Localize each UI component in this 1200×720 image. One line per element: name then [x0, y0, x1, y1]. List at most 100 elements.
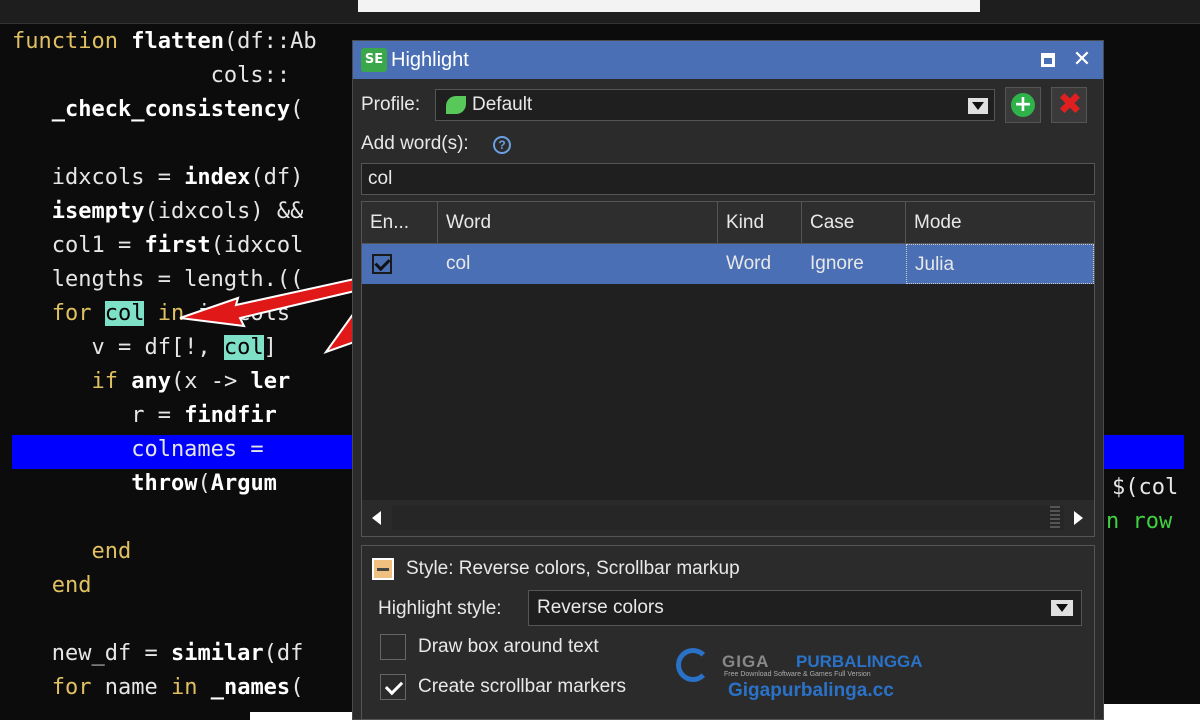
help-icon[interactable]: ? [493, 136, 511, 154]
code-line[interactable]: new_df = similar(df [12, 637, 304, 671]
code-token: ( [197, 471, 211, 496]
add-profile-button[interactable]: + [1005, 87, 1041, 123]
code-fragment-right-2: n row [1106, 509, 1173, 534]
add-word-input[interactable] [361, 163, 1095, 195]
app-icon: SE [361, 48, 387, 72]
words-table: En... Word Kind Case Mode col Word Ignor… [361, 201, 1095, 537]
code-token: new_df = [12, 641, 171, 666]
add-words-label: Add word(s): [361, 133, 469, 154]
screenshot: function flatten(df::Ab cols:: _check_co… [0, 0, 1200, 720]
code-token: index [184, 165, 251, 190]
top-tab-strip [358, 0, 980, 12]
dialog-titlebar[interactable]: SE Highlight ✕ [353, 41, 1103, 79]
column-header-mode[interactable]: Mode [906, 202, 1094, 244]
search-match: col [223, 335, 264, 360]
code-line[interactable]: if any(x -> ler [12, 365, 290, 399]
chevron-down-icon[interactable] [968, 98, 988, 114]
highlight-style-dropdown[interactable]: Reverse colors [528, 590, 1082, 626]
table-header: En... Word Kind Case Mode [362, 202, 1094, 244]
horizontal-scrollbar[interactable] [362, 500, 1094, 536]
code-token: (df::Ab [223, 29, 317, 54]
code-token: for [12, 301, 105, 326]
code-line[interactable]: function flatten(df::Ab [12, 25, 317, 59]
code-line[interactable]: cols:: [12, 59, 290, 93]
code-line[interactable]: idxcols = index(df) [12, 161, 304, 195]
watermark-brand: GIGA [722, 652, 770, 671]
code-token: ler [250, 369, 291, 394]
scroll-left-icon[interactable] [362, 500, 392, 536]
column-header-enabled[interactable]: En... [362, 202, 438, 244]
column-header-case[interactable]: Case [802, 202, 906, 244]
highlight-style-label: Highlight style: [378, 598, 502, 619]
code-token: if [12, 369, 132, 394]
code-token: similar [170, 641, 264, 666]
scroll-right-icon[interactable] [1064, 500, 1094, 536]
maximize-button[interactable] [1035, 47, 1061, 73]
code-token: ( [290, 675, 304, 700]
code-token: idxcols = [12, 165, 185, 190]
code-token: _names [210, 675, 291, 700]
code-token: for [12, 675, 105, 700]
code-token: (idxcols) && [144, 199, 304, 224]
code-token: idxcols [197, 301, 291, 326]
code-line[interactable]: r = findfir [12, 399, 277, 433]
code-token: r = [12, 403, 185, 428]
code-token: first [144, 233, 211, 258]
draw-box-checkbox[interactable] [380, 634, 406, 660]
code-token: in [170, 675, 211, 700]
scrollbar-track[interactable] [392, 506, 1064, 530]
row-enabled-checkbox[interactable] [372, 254, 392, 274]
watermark: GIGA PURBALINGGA Free Download Software … [676, 644, 926, 708]
code-line[interactable]: end [12, 535, 131, 569]
dialog-title: Highlight [391, 49, 469, 71]
code-token: flatten [131, 29, 224, 54]
close-button[interactable]: ✕ [1069, 47, 1095, 73]
draw-box-label[interactable]: Draw box around text [418, 633, 599, 661]
table-row[interactable]: col Word Ignore Julia [362, 244, 1094, 284]
code-line[interactable]: lengths = length.(( [12, 263, 304, 297]
code-line[interactable]: for name in _names( [12, 671, 304, 705]
code-line[interactable]: v = df[!, col] [12, 331, 277, 365]
profile-dropdown[interactable]: Default [435, 89, 995, 121]
collapse-icon[interactable] [372, 558, 394, 580]
code-line[interactable]: _check_consistency( [12, 93, 304, 127]
plus-icon: + [1011, 93, 1035, 117]
code-line[interactable]: isempty(idxcols) && [12, 195, 304, 229]
row-kind: Word [726, 253, 772, 274]
code-token: (df) [250, 165, 304, 190]
watermark-brand-accent: PURBALINGGA [796, 652, 923, 671]
search-match: col [104, 301, 145, 326]
code-token: function [12, 29, 132, 54]
code-token: end [12, 573, 92, 598]
code-line[interactable]: for col in idxcols [12, 297, 290, 331]
maximize-icon [1041, 53, 1055, 67]
column-header-word[interactable]: Word [438, 202, 718, 244]
column-header-kind[interactable]: Kind [718, 202, 802, 244]
background-strip [250, 712, 360, 720]
profile-value: Default [472, 94, 533, 115]
code-line[interactable]: colnames = [12, 433, 277, 467]
chevron-down-icon[interactable] [1051, 600, 1073, 616]
code-line[interactable]: throw(Argum [12, 467, 277, 501]
delete-profile-button[interactable]: ✖ [1051, 87, 1087, 123]
code-token: any [131, 369, 171, 394]
scrollbar-markers-label[interactable]: Create scrollbar markers [418, 673, 626, 701]
code-token: colnames = [12, 437, 277, 462]
row-mode[interactable]: Julia [906, 244, 1094, 284]
delete-icon: ✖ [1057, 87, 1083, 122]
code-token: isempty [51, 199, 145, 224]
watermark-tagline: Free Download Software & Games Full Vers… [724, 671, 871, 678]
code-token: ( [290, 97, 304, 122]
scrollbar-markers-checkbox[interactable] [380, 674, 406, 700]
code-line[interactable]: end [12, 569, 92, 603]
style-summary: Style: Reverse colors, Scrollbar markup [406, 558, 740, 579]
code-fragment-right-1: $(col [1112, 475, 1179, 500]
code-token: (idxcol [210, 233, 304, 258]
highlight-dialog: SE Highlight ✕ Profile: Default + ✖ Add … [352, 40, 1104, 720]
code-token: _check_consistency [51, 97, 291, 122]
code-line[interactable]: col1 = first(idxcol [12, 229, 304, 263]
scrollbar-grip[interactable] [1050, 506, 1060, 530]
